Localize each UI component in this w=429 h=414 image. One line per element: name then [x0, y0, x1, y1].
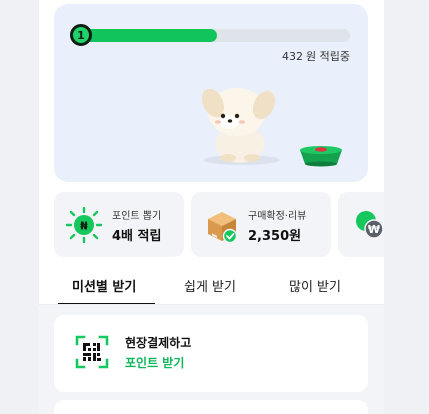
point-draw-card[interactable]: ₦ 포인트 뽑기 4배 적립 [54, 192, 184, 257]
purchase-review-title: 구매확정·리뷰 [248, 211, 307, 222]
mission-onsite-payment[interactable]: 현장결제하고 포인트 받기 [54, 315, 368, 392]
reward-cards-row: ₦ 포인트 뽑기 4배 적립 구매확정·리뷰 2,350원 ₩ [54, 192, 384, 257]
rewards-panel: 1 432 원 적립중 ₦ 포인트 뽑기 4배 적립 구매확정·리뷰 2,350… [39, 0, 384, 414]
tab-mission[interactable]: 미션별 받기 [72, 276, 136, 295]
mission-tabs: 미션별 받기 쉽게 받기 많이 받기 [39, 272, 384, 305]
points-value: 432 [282, 50, 304, 63]
tab-easy[interactable]: 쉽게 받기 [184, 276, 236, 295]
level-badge: 1 [70, 24, 92, 46]
point-badge-icon: ₦ [66, 207, 102, 243]
point-draw-title: 포인트 뽑기 [112, 211, 162, 222]
points-unit: 원 적립중 [306, 50, 350, 63]
point-draw-value: 4배 적립 [112, 229, 162, 244]
mission-card-next[interactable] [54, 400, 368, 414]
purchase-review-card[interactable]: 구매확정·리뷰 2,350원 [191, 192, 331, 257]
won-coin-card[interactable]: ₩ [338, 192, 384, 257]
svg-text:₩: ₩ [368, 223, 380, 236]
puppy-character-illustration [201, 88, 342, 167]
won-coin-icon: ₩ [356, 211, 384, 239]
mission-title: 현장결제하고 [125, 336, 192, 350]
points-progress-fill [72, 29, 217, 42]
points-earning-caption: 432 원 적립중 [282, 48, 350, 64]
package-check-icon [208, 212, 238, 244]
mission-list: 현장결제하고 포인트 받기 [39, 305, 384, 414]
points-hero-card: 1 432 원 적립중 [54, 4, 368, 182]
qr-code-icon [75, 335, 109, 369]
mission-reward-link[interactable]: 포인트 받기 [125, 354, 184, 371]
svg-text:₦: ₦ [80, 220, 88, 233]
purchase-review-value: 2,350원 [248, 229, 302, 244]
points-progress-bar [72, 29, 350, 42]
tab-many[interactable]: 많이 받기 [289, 276, 341, 295]
